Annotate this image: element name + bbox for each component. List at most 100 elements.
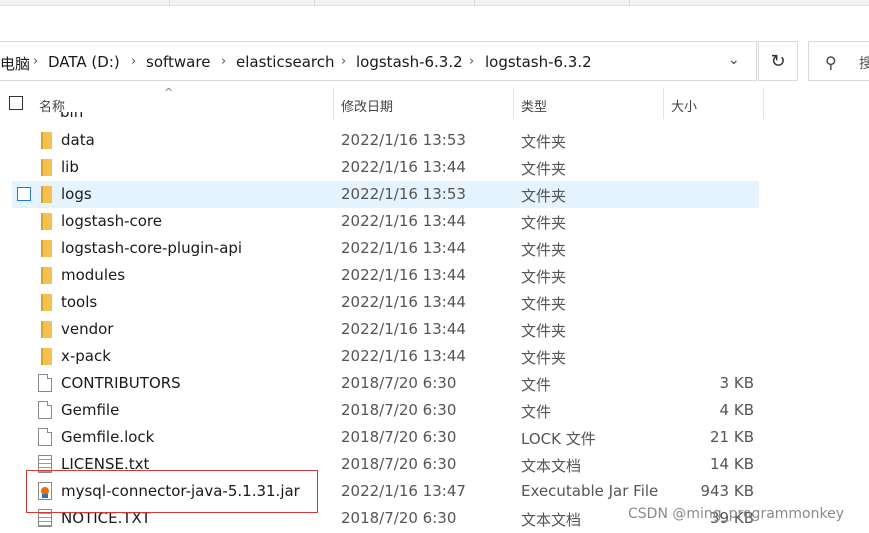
file-type: 文件夹 [521,295,567,313]
file-type: 文件夹 [521,187,567,205]
search-placeholder: 搜 [859,56,869,72]
file-size: 14 KB [710,455,754,473]
file-name: logstash-core [61,212,162,230]
select-all-checkbox[interactable] [9,96,23,110]
file-type: 文件夹 [521,241,567,259]
list-item[interactable]: vendor 2022/1/16 13:44 文件夹 [12,316,759,343]
file-modified-date: 2022/1/16 13:44 [341,293,466,311]
address-bar[interactable]: 电脑 › DATA (D:) › software › elasticsearc… [0,41,757,81]
list-item[interactable]: modules 2022/1/16 13:44 文件夹 [12,262,759,289]
folder-icon [41,132,52,149]
breadcrumb-this-pc[interactable]: 电脑 [0,53,30,74]
breadcrumb-separator[interactable]: › [33,54,38,69]
search-icon: ⚲ [825,53,837,72]
list-item[interactable]: LICENSE.txt 2018/7/20 6:30 文本文档 14 KB [12,451,759,478]
column-divider[interactable] [513,88,514,119]
file-icon [38,374,52,392]
file-size: 4 KB [719,401,754,419]
file-size: 3 KB [719,374,754,392]
sort-ascending-icon: ^ [164,86,174,99]
list-item[interactable]: logs 2022/1/16 13:53 文件夹 [12,181,759,208]
file-name: modules [61,266,126,284]
list-item[interactable]: tools 2022/1/16 13:44 文件夹 [12,289,759,316]
file-name: x-pack [61,347,111,365]
file-modified-date: 2018/7/20 6:30 [341,428,457,446]
refresh-icon: ↻ [770,50,786,72]
file-type: 文件夹 [521,214,567,232]
list-item[interactable]: logstash-core 2022/1/16 13:44 文件夹 [12,208,759,235]
file-name: mysql-connector-java-5.1.31.jar [61,482,300,500]
file-name: tools [61,293,98,311]
file-size: 943 KB [700,482,754,500]
breadcrumb-separator[interactable]: › [131,54,136,69]
file-name: LICENSE.txt [61,455,150,473]
breadcrumb-separator[interactable]: › [221,54,226,69]
file-modified-date: 2022/1/16 13:44 [341,266,466,284]
file-modified-date: 2022/1/16 13:53 [341,131,466,149]
file-type: LOCK 文件 [521,430,596,448]
watermark: CSDN @ming_programmonkey [628,506,844,522]
file-modified-date: 2022/1/16 13:47 [341,482,466,500]
list-item[interactable]: Gemfile.lock 2018/7/20 6:30 LOCK 文件 21 KB [12,424,759,451]
file-type: Executable Jar File [521,482,659,500]
list-item[interactable]: x-pack 2022/1/16 13:44 文件夹 [12,343,759,370]
folder-icon [41,186,52,203]
column-header-type[interactable]: 类型 [521,96,547,115]
file-name: Gemfile.lock [61,428,155,446]
file-name: logs [61,185,92,203]
breadcrumb-separator[interactable]: › [341,54,346,69]
breadcrumb-elasticsearch[interactable]: elasticsearch [236,53,335,71]
column-divider[interactable] [333,88,334,119]
breadcrumb-drive[interactable]: DATA (D:) [48,53,120,71]
file-modified-date: 2022/1/16 13:44 [341,347,466,365]
folder-icon [41,348,52,365]
file-size: 21 KB [710,428,754,446]
file-name: lib [61,158,79,176]
file-type: 文件夹 [521,349,567,367]
search-input[interactable]: ⚲ 搜 [808,41,869,81]
folder-icon [41,240,52,257]
folder-icon [41,267,52,284]
column-header-size[interactable]: 大小 [671,96,697,115]
list-item[interactable]: lib 2022/1/16 13:44 文件夹 [12,154,759,181]
column-divider[interactable] [763,88,764,119]
file-type: 文件 [521,403,552,421]
java-jar-icon [38,482,52,500]
title-bar [0,0,869,6]
list-item[interactable]: logstash-core-plugin-api 2022/1/16 13:44 文… [12,235,759,262]
file-type: 文件夹 [521,133,567,151]
list-item-partial[interactable]: bin [60,112,100,120]
refresh-button[interactable]: ↻ [758,41,798,81]
list-item[interactable]: mysql-connector-java-5.1.31.jar 2022/1/16… [12,478,759,505]
folder-icon [41,213,52,230]
file-name: Gemfile [61,401,120,419]
breadcrumb-logstash-current[interactable]: logstash-6.3.2 [485,53,592,71]
column-header-date[interactable]: 修改日期 [341,96,393,115]
file-modified-date: 2018/7/20 6:30 [341,455,457,473]
row-checkbox[interactable] [17,187,31,201]
list-item[interactable]: CONTRIBUTORS 2018/7/20 6:30 文件 3 KB [12,370,759,397]
list-item[interactable]: data 2022/1/16 13:53 文件夹 [12,127,759,154]
file-modified-date: 2018/7/20 6:30 [341,374,457,392]
breadcrumb-logstash-parent[interactable]: logstash-6.3.2 [356,53,463,71]
file-name: vendor [61,320,114,338]
file-type: 文件 [521,376,552,394]
breadcrumb-separator[interactable]: › [469,54,474,69]
breadcrumb-software[interactable]: software [146,53,210,71]
file-icon [38,428,52,446]
file-modified-date: 2022/1/16 13:44 [341,158,466,176]
file-modified-date: 2022/1/16 13:44 [341,212,466,230]
file-modified-date: 2022/1/16 13:44 [341,239,466,257]
file-name: CONTRIBUTORS [61,374,181,392]
column-divider[interactable] [663,88,664,119]
folder-icon [41,321,52,338]
file-type: 文本文档 [521,457,582,475]
folder-icon [41,294,52,311]
file-name: logstash-core-plugin-api [61,239,243,257]
file-icon [38,401,52,419]
text-file-icon [38,455,52,473]
list-item[interactable]: Gemfile 2018/7/20 6:30 文件 4 KB [12,397,759,424]
text-file-icon [38,509,52,527]
chevron-down-icon[interactable]: ⌄ [728,52,740,68]
file-type: 文本文档 [521,511,582,529]
